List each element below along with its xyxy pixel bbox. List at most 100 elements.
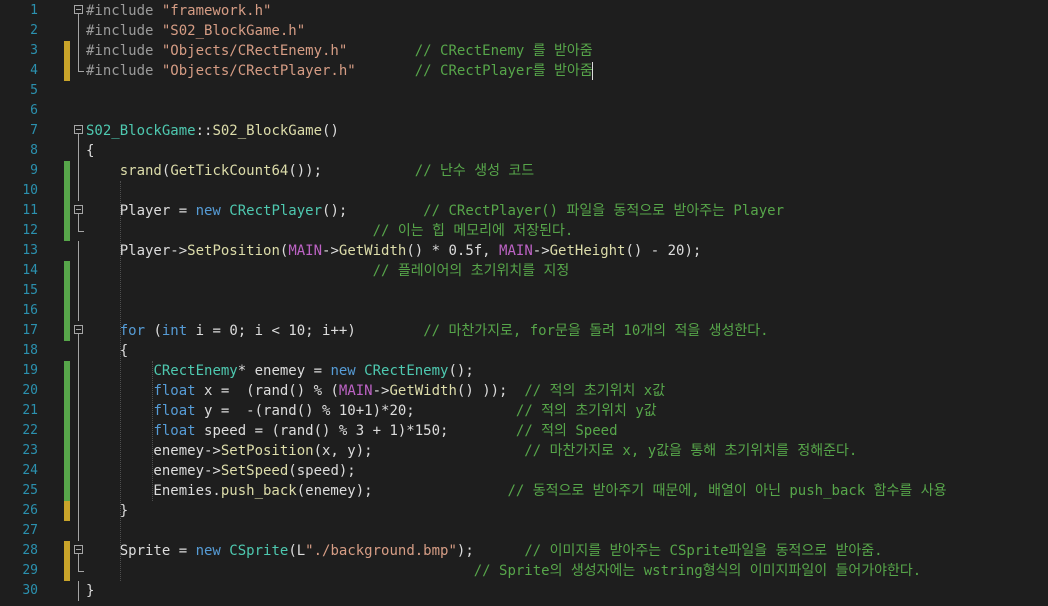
saved-change-marker — [64, 301, 70, 321]
code-token: "Objects/CRectEnemy.h" — [161, 43, 348, 59]
fold-guide — [78, 141, 79, 161]
saved-change-marker — [64, 481, 70, 501]
unsaved-change-marker — [64, 501, 70, 521]
code-token: :: — [195, 123, 213, 139]
code-line[interactable]: 8{ — [0, 141, 1048, 161]
saved-change-marker — [64, 221, 70, 241]
fold-guide — [78, 401, 79, 421]
code-token: "S02_BlockGame.h" — [161, 23, 306, 39]
code-line[interactable]: 22 float speed = (rand() % 3 + 1)*150; /… — [0, 421, 1048, 441]
code-line[interactable]: 25 Enemies.push_back(enemey); // 동적으로 받아… — [0, 481, 1048, 501]
code-line[interactable]: 9 srand(GetTickCount64()); // 난수 생성 코드 — [0, 161, 1048, 181]
collapse-icon[interactable] — [74, 125, 83, 134]
code-editor[interactable]: 1 #include "framework.h" 2 #include "S02_Bl… — [0, 0, 1048, 606]
code-token: // 이는 힙 메모리에 저장된다. — [372, 223, 574, 239]
code-text: Sprite = new CSprite(L"./background.bmp"… — [86, 541, 883, 561]
code-line[interactable]: 6 — [0, 101, 1048, 121]
code-line[interactable]: 18 { — [0, 341, 1048, 361]
line-number: 7 — [30, 123, 38, 138]
code-line[interactable]: 12 // 이는 힙 메모리에 저장된다. — [0, 221, 1048, 241]
code-token: { — [86, 343, 129, 359]
code-token: CRectEnemy — [364, 363, 449, 379]
fold-guide — [78, 134, 79, 141]
code-token: (); — [448, 363, 474, 379]
code-line[interactable]: 21 float y = -(rand() % 10+1)*20; // 적의 … — [0, 401, 1048, 421]
code-line[interactable]: 17 for (int i = 0; i < 10; i++) // 마찬가지로… — [0, 321, 1048, 341]
fold-end — [78, 571, 84, 572]
fold-guide — [78, 461, 79, 481]
code-line[interactable]: 30} — [0, 581, 1048, 601]
code-text: } — [86, 581, 94, 601]
fold-end — [78, 71, 84, 72]
code-line[interactable]: 29 // Sprite의 생성자에는 wstring형식의 이미지파일이 들어… — [0, 561, 1048, 581]
code-token: new — [330, 363, 365, 379]
code-line[interactable]: 1 #include "framework.h" — [0, 1, 1048, 21]
line-number: 2 — [30, 23, 38, 38]
fold-guide — [78, 261, 79, 281]
fold-guide — [78, 501, 79, 521]
saved-change-marker — [64, 321, 70, 341]
code-line[interactable]: 15 — [0, 281, 1048, 301]
collapse-icon[interactable] — [74, 545, 83, 554]
fold-guide — [78, 421, 79, 441]
code-line[interactable]: 13 Player->SetPosition(MAIN->GetWidth() … — [0, 241, 1048, 261]
code-line[interactable]: 27 — [0, 521, 1048, 541]
code-text: #include "framework.h" — [86, 1, 271, 21]
code-line[interactable]: 26 } — [0, 501, 1048, 521]
code-token: // 마찬가지로 x, y값을 통해 초기위치를 정해준다. — [524, 443, 858, 459]
code-token: -> — [322, 243, 339, 259]
code-line[interactable]: 14 // 플레이어의 초기위치를 지정 — [0, 261, 1048, 281]
code-token: Player = — [86, 203, 196, 219]
code-token: // 적의 초기위치 x값 — [524, 383, 666, 399]
code-text: S02_BlockGame::S02_BlockGame() — [86, 121, 339, 141]
collapse-icon[interactable] — [74, 5, 83, 14]
line-number: 29 — [22, 563, 38, 578]
saved-change-marker — [64, 401, 70, 421]
code-line[interactable]: 19 CRectEnemy* enemey = new CRectEnemy()… — [0, 361, 1048, 381]
code-token: () - 20); — [625, 243, 702, 259]
code-token: new — [195, 543, 230, 559]
code-line[interactable]: 7 S02_BlockGame::S02_BlockGame() — [0, 121, 1048, 141]
collapse-icon[interactable] — [74, 325, 83, 334]
line-number: 1 — [30, 3, 38, 18]
saved-change-marker — [64, 361, 70, 381]
code-token: ( — [145, 323, 162, 339]
code-line[interactable]: 2 #include "S02_BlockGame.h" — [0, 21, 1048, 41]
code-line[interactable]: 16 — [0, 301, 1048, 321]
line-number: 12 — [22, 223, 38, 238]
fold-guide — [78, 481, 79, 501]
code-token: for — [119, 323, 146, 339]
fold-guide — [78, 381, 79, 401]
code-line[interactable]: 10 — [0, 181, 1048, 201]
code-token: // 동적으로 받아주기 때문에, 배열이 아닌 push_back 함수를 사… — [507, 483, 947, 499]
code-token: "framework.h" — [161, 3, 272, 19]
code-line[interactable]: 28 Sprite = new CSprite(L"./background.b… — [0, 541, 1048, 561]
code-line[interactable]: 3 #include "Objects/CRectEnemy.h" // CRec… — [0, 41, 1048, 61]
saved-change-marker — [64, 381, 70, 401]
code-line[interactable]: 4 #include "Objects/CRectPlayer.h" // CRe… — [0, 61, 1048, 81]
code-token: S02_BlockGame — [86, 123, 196, 139]
code-text: #include "Objects/CRectEnemy.h" // CRect… — [86, 41, 593, 61]
code-line[interactable]: 11 Player = new CRectPlayer(); // CRectP… — [0, 201, 1048, 221]
line-number: 19 — [22, 363, 38, 378]
code-line[interactable]: 24 enemey->SetSpeed(speed); — [0, 461, 1048, 481]
code-token: SetPosition — [187, 243, 280, 259]
code-line[interactable]: 5 — [0, 81, 1048, 101]
code-token: y = -(rand() % 10+1)*20; — [195, 403, 516, 419]
line-number: 3 — [30, 43, 38, 58]
code-line[interactable]: 23 enemey->SetPosition(x, y); // 마찬가지로 x… — [0, 441, 1048, 461]
unsaved-change-marker — [64, 61, 70, 81]
unsaved-change-marker — [64, 41, 70, 61]
code-token: // CRectEnemy 를 받아줌 — [414, 43, 593, 59]
code-line[interactable]: 20 float x = (rand() % (MAIN->GetWidth()… — [0, 381, 1048, 401]
saved-change-marker — [64, 281, 70, 301]
saved-change-marker — [64, 441, 70, 461]
code-token: srand — [119, 163, 162, 179]
collapse-icon[interactable] — [74, 205, 83, 214]
code-text: float x = (rand() % (MAIN->GetWidth() ))… — [86, 381, 665, 401]
code-token: ()); — [288, 163, 323, 179]
code-token: // Sprite의 생성자에는 wstring형식의 이미지파일이 들어가야한… — [473, 563, 922, 579]
code-token: speed = (rand() % 3 + 1)*150; — [195, 423, 516, 439]
